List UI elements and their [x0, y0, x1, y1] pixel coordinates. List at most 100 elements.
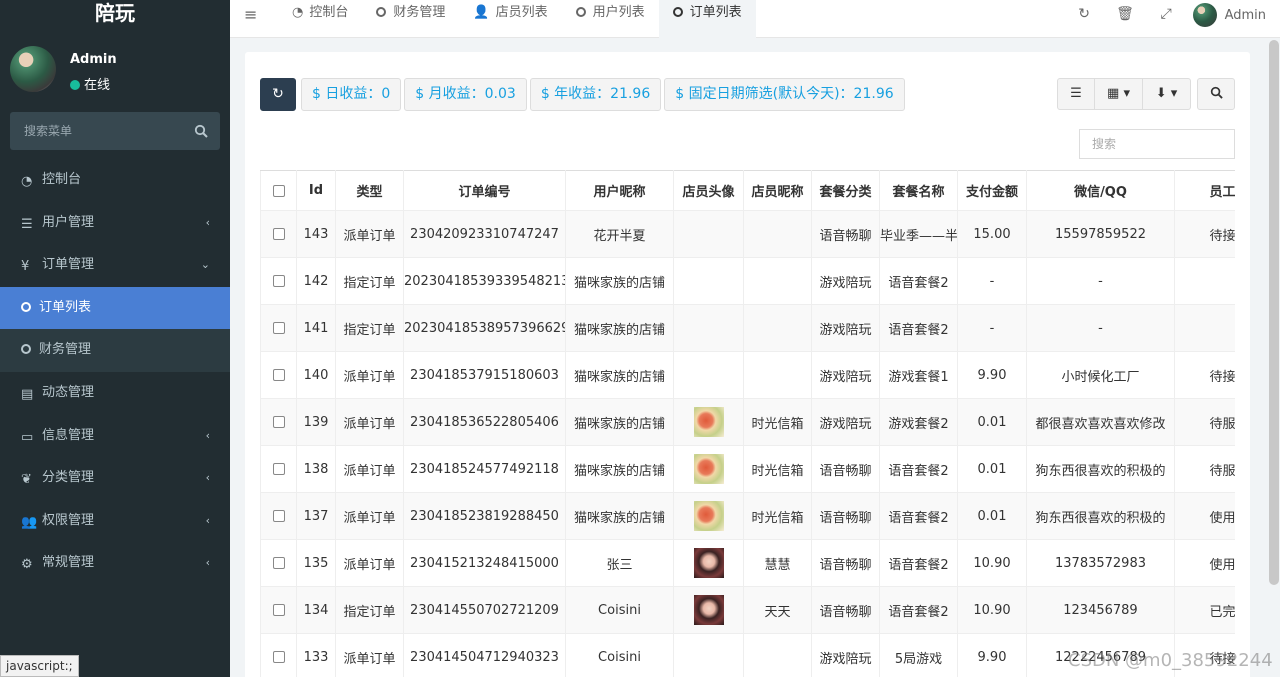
column-header[interactable]: 套餐名称: [879, 170, 958, 211]
row-checkbox[interactable]: [272, 416, 285, 428]
fixed-date-filter-button[interactable]: $ 固定日期筛选(默认今天)：21.96: [664, 78, 905, 111]
cell-order-no: 230420923310747247: [403, 210, 566, 258]
sidebar-item-1[interactable]: ☰ 用户管理 ‹: [0, 202, 230, 245]
column-header[interactable]: 类型: [335, 170, 404, 211]
cell-type: 派单订单: [335, 398, 404, 446]
column-header[interactable]: 店员昵称: [743, 170, 812, 211]
row-checkbox[interactable]: [272, 369, 285, 381]
daily-income-button[interactable]: $ 日收益：0: [301, 78, 402, 111]
table-row[interactable]: 138 派单订单 230418524577492118 猫咪家族的店铺 时光信箱 语音畅聊…: [260, 445, 1235, 493]
cell-type: 指定订单: [335, 304, 404, 352]
table-row[interactable]: 137 派单订单 230418523819288450 猫咪家族的店铺 时光信箱 语音畅聊…: [260, 492, 1235, 540]
monthly-income-button[interactable]: $ 月收益：0.03: [404, 78, 527, 111]
row-checkbox[interactable]: [272, 651, 285, 663]
sidebar-item-4[interactable]: 财务管理: [0, 329, 230, 372]
orders-table: Id 类型 订单编号 用户昵称 店员头像 店员昵称 套餐分类 套餐名称 支付金额 微信/QQ 员工 …: [260, 170, 1235, 677]
tab-2[interactable]: 👤 店员列表: [459, 0, 561, 38]
clerk-avatar-image[interactable]: [693, 501, 724, 531]
sidebar-item-8[interactable]: 👥 权限管理 ‹: [0, 500, 230, 543]
sidebar-item-label: 分类管理: [42, 470, 95, 486]
row-checkbox[interactable]: [272, 322, 285, 334]
yearly-income-button[interactable]: $ 年收益：21.96: [529, 78, 662, 111]
search-icon[interactable]: [194, 124, 208, 138]
app-logo[interactable]: 陪玩: [0, 0, 230, 27]
fullscreen-icon[interactable]: ⤢: [1146, 0, 1187, 28]
column-header[interactable]: 套餐分类: [811, 170, 880, 211]
cell-id: 133: [296, 633, 336, 677]
online-dot-icon: [70, 80, 80, 90]
table-row[interactable]: 134 指定订单 230414550702721209 Coisini 天天 语音畅聊 语音…: [260, 586, 1235, 634]
table-row[interactable]: 139 派单订单 230418536522805406 猫咪家族的店铺 时光信箱 游戏陪玩…: [260, 398, 1235, 446]
clerk-avatar-image[interactable]: [693, 454, 724, 484]
tab-1[interactable]: 财务管理: [362, 0, 459, 38]
dollar-icon: $: [415, 86, 429, 102]
cell-package: 语音套餐2: [879, 304, 958, 352]
sidebar-item-9[interactable]: ⚙ 常规管理 ‹: [0, 542, 230, 585]
column-header[interactable]: 微信/QQ: [1026, 170, 1175, 211]
table-row[interactable]: 141 指定订单 20230418538957396629 猫咪家族的店铺 游戏陪玩 语音…: [260, 304, 1235, 352]
cell-contact: 123456789: [1026, 586, 1175, 634]
row-checkbox[interactable]: [272, 275, 285, 287]
row-checkbox[interactable]: [272, 557, 285, 569]
page-scrollbar[interactable]: [1269, 40, 1279, 585]
cell-category: 游戏陪玩: [811, 351, 880, 399]
cell-id: 137: [296, 492, 336, 540]
column-header[interactable]: 订单编号: [403, 170, 566, 211]
sidebar-item-3[interactable]: 订单列表: [0, 286, 230, 330]
table-row[interactable]: 143派单订单230420923310747247花开半夏 语音畅聊毕业季——半年…: [260, 210, 1235, 258]
cell-nickname: 猫咪家族的店铺: [565, 445, 674, 493]
sidebar-item-5[interactable]: ▤ 动态管理: [0, 372, 230, 415]
row-checkbox[interactable]: [272, 510, 285, 522]
cell-category: 语音畅聊: [811, 445, 880, 493]
cell-order-no: 20230418539339548213: [403, 257, 566, 305]
column-header[interactable]: 用户昵称: [565, 170, 674, 211]
export-button[interactable]: ⬇ ▾: [1143, 78, 1191, 110]
tab-4[interactable]: 订单列表: [658, 0, 756, 38]
column-header[interactable]: 店员头像: [673, 170, 744, 211]
sidebar-item-2[interactable]: ¥ 订单管理 ⌄: [0, 244, 230, 287]
cell-type: 派单订单: [335, 633, 404, 677]
toggle-view-button[interactable]: ☰: [1057, 78, 1095, 110]
topbar-user-menu[interactable]: Admin: [1187, 0, 1280, 30]
circle-icon: [672, 7, 683, 17]
row-checkbox[interactable]: [272, 604, 285, 616]
row-checkbox[interactable]: [272, 463, 285, 475]
sidebar-menu: ◔ 控制台 ☰ 用户管理 ‹ ¥ 订单管理 ⌄ 订单列表财务管理 ▤ 动态管理 ▭ 信息管理 ‹ ❦ 分类管理…: [0, 159, 230, 585]
sidebar-item-label: 动态管理: [42, 384, 95, 400]
select-all-checkbox[interactable]: [272, 184, 285, 197]
column-header[interactable]: Id: [296, 170, 336, 211]
cell-package: 5局游戏: [879, 633, 958, 677]
cell-staff: 待接: [1174, 351, 1235, 399]
columns-button[interactable]: ▦ ▾: [1095, 78, 1143, 110]
table-row[interactable]: 140 派单订单 230418537915180603 猫咪家族的店铺 游戏陪玩 游戏套餐…: [260, 351, 1235, 399]
sidebar-item-7[interactable]: ❦ 分类管理 ‹: [0, 457, 230, 500]
refresh-icon[interactable]: ↻: [1064, 0, 1105, 28]
table-row[interactable]: 135 派单订单 230415213248415000 张三 慧慧 语音畅聊 语音套餐2 10…: [260, 539, 1235, 587]
cell-order-no: 230414504712940323: [403, 633, 566, 677]
clerk-avatar-image[interactable]: [693, 595, 724, 625]
cell-category: 语音畅聊: [811, 586, 880, 634]
cell-staff: 待接: [1174, 210, 1235, 258]
cell-category: 游戏陪玩: [811, 398, 880, 446]
table-tools: ☰ ▦ ▾ ⬇ ▾: [1057, 78, 1235, 110]
column-header[interactable]: 员工: [1174, 170, 1235, 211]
row-checkbox[interactable]: [272, 228, 285, 240]
search-toggle-button[interactable]: [1197, 78, 1235, 110]
column-header[interactable]: 支付金额: [957, 170, 1027, 211]
sidebar-item-6[interactable]: ▭ 信息管理 ‹: [0, 415, 230, 458]
trash-icon[interactable]: 🗑: [1105, 0, 1146, 28]
clerk-avatar-image[interactable]: [693, 407, 724, 437]
table-search-input[interactable]: [1079, 129, 1235, 159]
clerk-avatar-image[interactable]: [693, 548, 724, 578]
sidebar-item-0[interactable]: ◔ 控制台: [0, 159, 230, 202]
menu-toggle-icon[interactable]: ≡: [244, 5, 257, 24]
menu-search-input[interactable]: [10, 112, 180, 150]
refresh-button[interactable]: ↻: [260, 78, 296, 111]
tab-0[interactable]: ◔ 控制台: [278, 0, 362, 38]
table-row[interactable]: 142 指定订单 20230418539339548213 猫咪家族的店铺 游戏陪玩 语音…: [260, 257, 1235, 305]
sidebar-item-label: 财务管理: [39, 342, 92, 358]
tab-3[interactable]: 用户列表: [562, 0, 659, 38]
cell-amount: -: [957, 257, 1027, 305]
cell-id: 141: [296, 304, 336, 352]
cell-nickname: Coisini: [565, 586, 674, 634]
